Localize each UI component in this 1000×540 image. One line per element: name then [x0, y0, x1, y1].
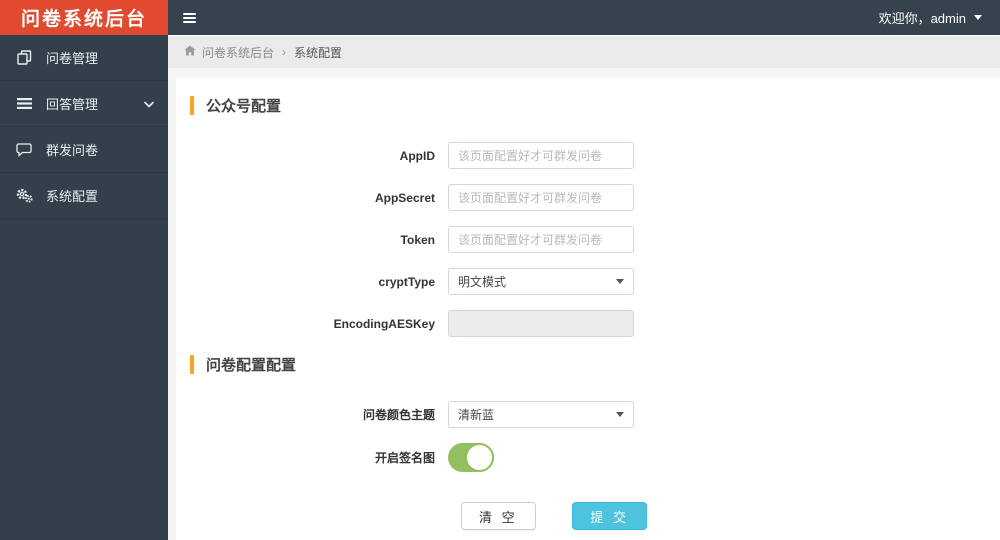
appsecret-input[interactable]	[448, 184, 634, 211]
top-navbar: 欢迎你，admin	[168, 0, 1000, 35]
appid-label: AppID	[399, 148, 435, 163]
sidebar-item-answer-management[interactable]: 回答管理	[0, 81, 168, 127]
user-greeting: 欢迎你，admin	[878, 11, 966, 26]
submit-button[interactable]: 提 交	[572, 502, 647, 530]
form-row-crypttype: cryptType 明文模式	[176, 268, 1000, 295]
form-row-signature: 开启签名图	[176, 443, 1000, 472]
home-icon	[184, 45, 196, 59]
section-title-text: 公众号配置	[206, 97, 282, 115]
clear-button[interactable]: 清 空	[461, 502, 536, 530]
caret-down-icon	[616, 412, 624, 417]
settings-panel: 公众号配置 AppID AppSecret Token cryptType 明文…	[176, 78, 1000, 540]
sidebar-item-label: 群发问卷	[46, 143, 99, 158]
hamburger-icon	[182, 12, 196, 15]
crypttype-selected-value: 明文模式	[458, 275, 507, 289]
sidebar-toggle-button[interactable]	[168, 0, 210, 35]
list-icon	[14, 97, 34, 110]
encodingaeskey-input	[448, 310, 634, 337]
accent-bar	[190, 354, 194, 374]
copy-icon	[14, 50, 34, 65]
signature-label: 开启签名图	[374, 451, 435, 465]
caret-down-icon	[616, 279, 624, 284]
form-row-appsecret: AppSecret	[176, 184, 1000, 211]
form-actions: 清 空 提 交	[461, 502, 647, 530]
chat-icon	[14, 142, 34, 157]
signature-toggle[interactable]	[448, 443, 494, 472]
sidebar-item-system-config[interactable]: 系统配置	[0, 173, 168, 219]
breadcrumb-current: 系统配置	[294, 45, 343, 60]
breadcrumb: 问卷系统后台 › 系统配置	[168, 35, 1000, 68]
appid-input[interactable]	[448, 142, 634, 169]
form-row-appid: AppID	[176, 142, 1000, 169]
breadcrumb-root[interactable]: 问卷系统后台	[202, 44, 274, 61]
section-header-wechat: 公众号配置	[190, 94, 1000, 116]
accent-bar	[190, 95, 194, 115]
chevron-down-icon	[144, 96, 154, 111]
form-row-encodingaeskey: EncodingAESKey	[176, 310, 1000, 337]
gears-icon	[14, 188, 34, 203]
sidebar-item-survey-management[interactable]: 问卷管理	[0, 35, 168, 81]
page: { "brand": { "title": "问卷系统后台" }, "navba…	[0, 0, 1000, 540]
crypttype-label: cryptType	[378, 274, 435, 289]
brand-logo[interactable]: 问卷系统后台	[0, 0, 168, 35]
color-theme-label: 问卷颜色主题	[362, 408, 435, 422]
sidebar-item-mass-send[interactable]: 群发问卷	[0, 127, 168, 173]
sidebar-item-label: 问卷管理	[46, 51, 99, 66]
section-title-text: 问卷配置配置	[206, 356, 297, 374]
color-theme-selected-value: 清新蓝	[458, 408, 495, 422]
toggle-knob	[465, 443, 494, 472]
sidebar-nav: 问卷管理 回答管理 群发问卷 系统配置	[0, 35, 168, 540]
content-spacer	[168, 68, 1000, 78]
section-header-survey: 问卷配置配置	[190, 353, 1000, 375]
user-menu[interactable]: 欢迎你，admin	[861, 0, 1000, 35]
sidebar-item-label: 回答管理	[46, 97, 99, 112]
form-row-color-theme: 问卷颜色主题 清新蓝	[176, 401, 1000, 428]
caret-down-icon	[974, 15, 982, 20]
encodingaeskey-label: EncodingAESKey	[333, 316, 435, 331]
appsecret-label: AppSecret	[374, 190, 435, 205]
crypttype-select[interactable]: 明文模式	[448, 268, 634, 295]
form-row-token: Token	[176, 226, 1000, 253]
token-input[interactable]	[448, 226, 634, 253]
breadcrumb-separator: ›	[282, 45, 287, 59]
brand-title: 问卷系统后台	[20, 9, 147, 30]
sidebar-item-label: 系统配置	[46, 189, 99, 204]
main-content: 问卷系统后台 › 系统配置 公众号配置 AppID AppSecret Toke…	[168, 35, 1000, 540]
color-theme-select[interactable]: 清新蓝	[448, 401, 634, 428]
token-label: Token	[400, 232, 435, 247]
